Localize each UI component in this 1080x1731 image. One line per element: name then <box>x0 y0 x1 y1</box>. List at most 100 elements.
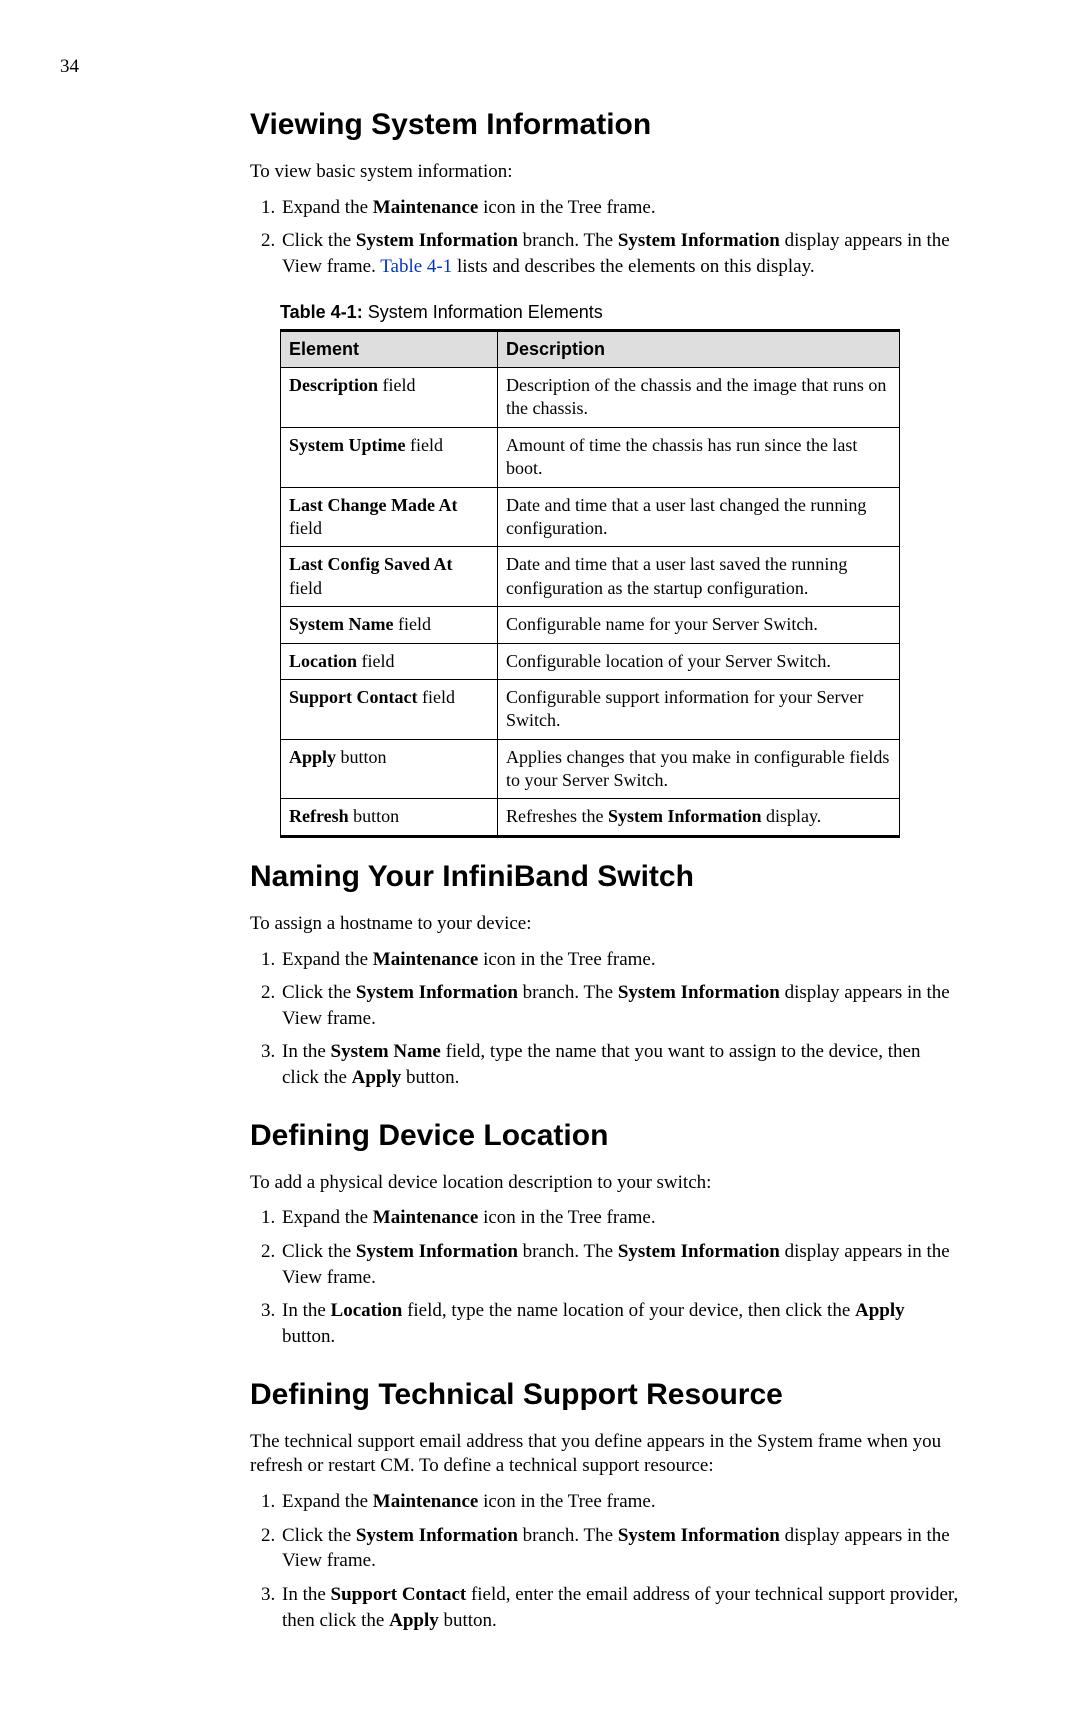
text: button. <box>439 1610 497 1631</box>
text: icon in the Tree frame. <box>478 1207 655 1228</box>
element-description: Applies changes that you make in configu… <box>498 739 900 799</box>
list-item: Expand the Maintenance icon in the Tree … <box>280 1489 960 1515</box>
table-row: Location field Configurable location of … <box>281 643 900 679</box>
table-row: Last Config Saved At field Date and time… <box>281 547 900 607</box>
text: icon in the Tree frame. <box>478 1491 655 1512</box>
text: branch. The <box>518 230 618 251</box>
bold-text: System Information <box>618 982 780 1003</box>
table-row: Support Contact field Configurable suppo… <box>281 679 900 739</box>
table-caption: Table 4-1: System Information Elements <box>280 302 960 323</box>
table-row: Description field Description of the cha… <box>281 368 900 428</box>
table-row: System Uptime field Amount of time the c… <box>281 427 900 487</box>
element-type: button <box>336 747 387 767</box>
intro-text: To add a physical device location descri… <box>250 1171 960 1196</box>
text: Click the <box>282 230 356 251</box>
text: Expand the <box>282 1491 373 1512</box>
text: In the <box>282 1300 331 1321</box>
element-description: Configurable support information for you… <box>498 679 900 739</box>
bold-text: Support Contact <box>331 1584 467 1605</box>
element-name: Last Config Saved At <box>289 554 453 574</box>
element-name: System Uptime <box>289 435 405 455</box>
intro-text: To assign a hostname to your device: <box>250 912 960 937</box>
element-description: Configurable name for your Server Switch… <box>498 607 900 643</box>
element-description: Refreshes the System Information display… <box>498 799 900 836</box>
text: Expand the <box>282 949 373 970</box>
element-type: field <box>393 614 431 634</box>
system-information-elements-table: Element Description Description field De… <box>280 329 900 838</box>
bold-text: Maintenance <box>373 949 479 970</box>
bold-text: System Information <box>618 230 780 251</box>
table-row: Apply button Applies changes that you ma… <box>281 739 900 799</box>
column-header-description: Description <box>498 330 900 367</box>
bold-text: System Information <box>356 982 518 1003</box>
text: button. <box>401 1067 459 1088</box>
text: Click the <box>282 982 356 1003</box>
element-name: System Name <box>289 614 393 634</box>
text: Expand the <box>282 197 373 218</box>
element-description: Amount of time the chassis has run since… <box>498 427 900 487</box>
heading-viewing-system-information: Viewing System Information <box>250 108 960 142</box>
element-type: field <box>289 518 322 538</box>
heading-defining-device-location: Defining Device Location <box>250 1119 960 1153</box>
bold-text: System Information <box>608 806 762 826</box>
element-name: Refresh <box>289 806 349 826</box>
list-item: Expand the Maintenance icon in the Tree … <box>280 947 960 973</box>
element-description: Date and time that a user last changed t… <box>498 487 900 547</box>
caption-label: Table 4-1: <box>280 302 363 322</box>
bold-text: System Information <box>618 1525 780 1546</box>
bold-text: System Information <box>356 230 518 251</box>
bold-text: Apply <box>389 1610 439 1631</box>
bold-text: Apply <box>352 1067 402 1088</box>
element-description: Date and time that a user last saved the… <box>498 547 900 607</box>
text: Expand the <box>282 1207 373 1228</box>
bold-text: Maintenance <box>373 1207 479 1228</box>
text: display. <box>761 806 821 826</box>
steps-list: Expand the Maintenance icon in the Tree … <box>250 195 960 280</box>
page-content: Viewing System Information To view basic… <box>250 108 960 1633</box>
text: branch. The <box>518 1241 618 1262</box>
document-page: 34 Viewing System Information To view ba… <box>0 0 1080 1731</box>
text: icon in the Tree frame. <box>478 197 655 218</box>
intro-text: To view basic system information: <box>250 160 960 185</box>
table-cross-reference[interactable]: Table 4-1 <box>380 256 452 277</box>
text: icon in the Tree frame. <box>478 949 655 970</box>
text: Click the <box>282 1525 356 1546</box>
bold-text: System Information <box>356 1525 518 1546</box>
list-item: In the System Name field, type the name … <box>280 1039 960 1090</box>
list-item: In the Location field, type the name loc… <box>280 1298 960 1349</box>
text: branch. The <box>518 1525 618 1546</box>
bold-text: Location <box>331 1300 403 1321</box>
element-type: field <box>405 435 443 455</box>
text: Click the <box>282 1241 356 1262</box>
heading-naming-your-infiniband-switch: Naming Your InfiniBand Switch <box>250 860 960 894</box>
bold-text: System Name <box>331 1041 441 1062</box>
element-type: field <box>418 687 456 707</box>
element-name: Location <box>289 651 357 671</box>
list-item: Click the System Information branch. The… <box>280 228 960 279</box>
text: In the <box>282 1584 331 1605</box>
text: button. <box>282 1326 335 1347</box>
table-row: System Name field Configurable name for … <box>281 607 900 643</box>
caption-text: System Information Elements <box>363 302 603 322</box>
list-item: Click the System Information branch. The… <box>280 1523 960 1574</box>
text: Refreshes the <box>506 806 608 826</box>
table-row: Refresh button Refreshes the System Info… <box>281 799 900 836</box>
intro-text: The technical support email address that… <box>250 1430 960 1479</box>
steps-list: Expand the Maintenance icon in the Tree … <box>250 1205 960 1349</box>
text: In the <box>282 1041 331 1062</box>
steps-list: Expand the Maintenance icon in the Tree … <box>250 1489 960 1633</box>
bold-text: Apply <box>855 1300 905 1321</box>
bold-text: System Information <box>618 1241 780 1262</box>
heading-defining-technical-support-resource: Defining Technical Support Resource <box>250 1378 960 1412</box>
bold-text: Maintenance <box>373 1491 479 1512</box>
list-item: In the Support Contact field, enter the … <box>280 1582 960 1633</box>
list-item: Click the System Information branch. The… <box>280 1239 960 1290</box>
element-type: field <box>378 375 416 395</box>
element-name: Last Change Made At <box>289 495 458 515</box>
text: lists and describes the elements on this… <box>452 256 814 277</box>
page-number: 34 <box>60 56 79 78</box>
element-type: field <box>357 651 395 671</box>
bold-text: System Information <box>356 1241 518 1262</box>
element-name: Description <box>289 375 378 395</box>
element-name: Apply <box>289 747 336 767</box>
